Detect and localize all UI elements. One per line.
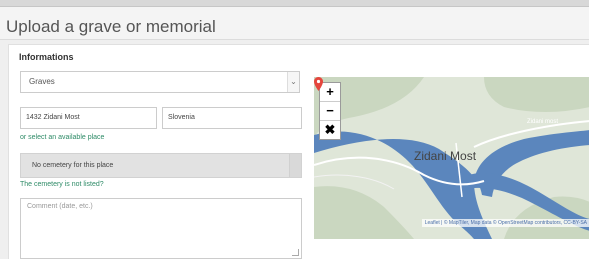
page-title: Upload a grave or memorial bbox=[6, 17, 216, 36]
map-place-label: Zidani Most bbox=[414, 149, 477, 163]
zoom-out-button[interactable]: − bbox=[320, 102, 340, 121]
comment-textarea[interactable]: Comment (date, etc.) bbox=[20, 198, 302, 259]
chevron-down-icon: ⌄ bbox=[287, 72, 299, 92]
location-map[interactable]: + − ✖ Zidani Most Zidani most Leaflet | … bbox=[314, 77, 589, 239]
city-input[interactable]: 1432 Zidani Most bbox=[20, 107, 157, 129]
map-attribution[interactable]: Leaflet | © MapTiler, Map data © OpenStr… bbox=[421, 219, 589, 227]
type-select-value: Graves bbox=[29, 77, 55, 86]
cemetery-select[interactable]: No cemetery for this place bbox=[20, 153, 302, 178]
select-place-link[interactable]: or select an available place bbox=[20, 134, 104, 141]
map-river-label: Zidani most bbox=[527, 119, 559, 125]
upload-form-panel: Informations Graves ⌄ 1432 Zidani Most S… bbox=[8, 44, 589, 259]
location-pin-icon[interactable] bbox=[314, 77, 323, 91]
chevron-down-icon bbox=[289, 154, 301, 177]
cemetery-not-listed-link[interactable]: The cemetery is not listed? bbox=[20, 181, 104, 188]
page-header: Upload a grave or memorial bbox=[0, 7, 589, 40]
reset-view-button[interactable]: ✖ bbox=[320, 121, 340, 139]
comment-placeholder: Comment (date, etc.) bbox=[27, 203, 93, 210]
window-top-strip bbox=[0, 0, 589, 7]
cemetery-select-value: No cemetery for this place bbox=[32, 162, 114, 169]
zoom-in-button[interactable]: + bbox=[320, 83, 340, 102]
section-title: Informations bbox=[19, 52, 74, 62]
resize-grip-icon[interactable] bbox=[292, 249, 299, 256]
type-select[interactable]: Graves ⌄ bbox=[20, 71, 300, 93]
country-input[interactable]: Slovenia bbox=[162, 107, 302, 129]
